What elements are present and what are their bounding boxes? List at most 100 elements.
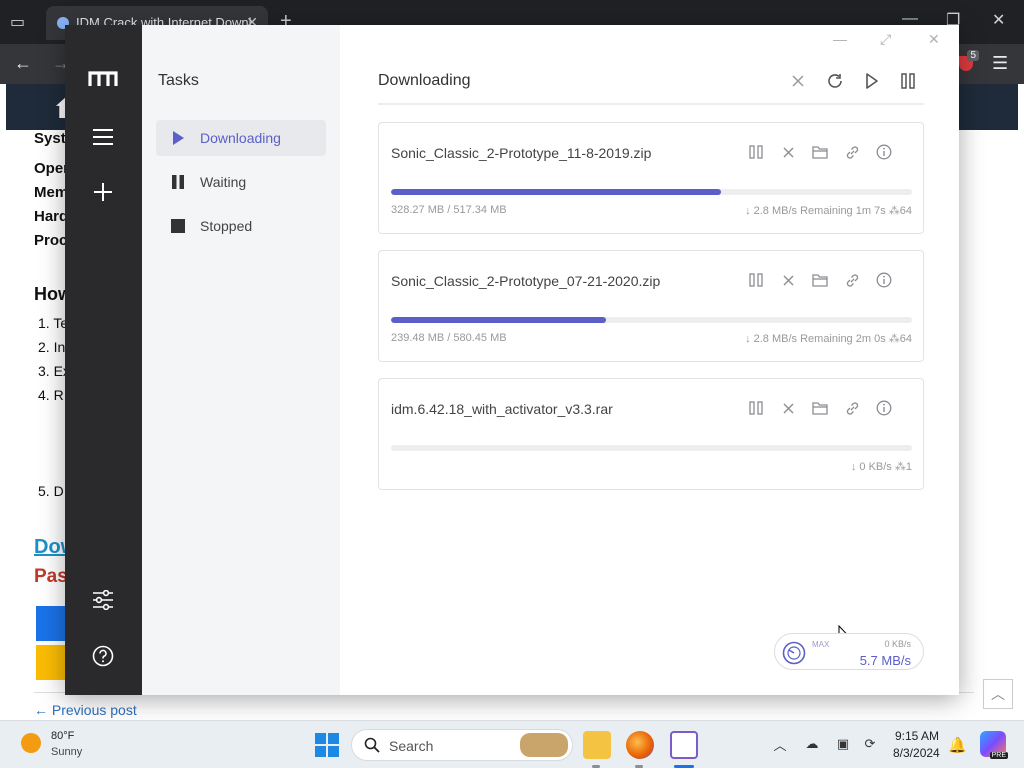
taskbar-search[interactable]: Search	[351, 729, 573, 761]
speedometer-icon	[782, 641, 806, 665]
clock-time[interactable]: 9:15 AM	[895, 729, 939, 743]
resume-all-icon[interactable]	[861, 70, 883, 92]
task-delete-icon[interactable]	[779, 271, 797, 289]
page-text-line: Proc	[34, 232, 68, 249]
clock-date[interactable]: 8/3/2024	[893, 746, 940, 760]
taskbar: 80°F Sunny Search ︿ ☁ ▣ ⟳ 9:15 AM 8/3/20…	[0, 720, 1024, 768]
windows-start-icon[interactable]	[315, 733, 339, 757]
task-link-icon[interactable]	[843, 143, 861, 161]
sidebar-item-downloading[interactable]: Downloading	[156, 120, 326, 156]
task-folder-icon[interactable]	[811, 399, 829, 417]
task-size: 328.27 MB / 517.34 MB	[391, 204, 507, 216]
task-sidebar: Tasks Downloading Waiting Stopped	[142, 25, 340, 695]
sun-icon[interactable]	[21, 733, 41, 753]
progress-fill	[391, 189, 722, 195]
task-name: idm.6.42.18_with_activator_v3.3.rar	[391, 401, 613, 417]
progress-fill	[391, 317, 607, 323]
task-delete-icon[interactable]	[779, 143, 797, 161]
list-item: 2. In	[38, 339, 66, 355]
task-card[interactable]: Sonic_Classic_2-Prototype_11-8-2019.zip …	[378, 122, 924, 234]
task-pause-icon[interactable]	[747, 399, 765, 417]
motrix-app-icon[interactable]	[670, 731, 698, 759]
task-info-icon[interactable]	[875, 143, 893, 161]
task-connections: 64	[899, 333, 912, 345]
sidebar-item-waiting[interactable]: Waiting	[156, 164, 326, 200]
progress-bar	[391, 445, 912, 451]
upload-speed: 0 KB/s	[884, 639, 911, 649]
sidebar-item-label: Waiting	[200, 174, 247, 190]
browser-menu-icon[interactable]: ☰	[992, 53, 1008, 74]
app-maximize-icon[interactable]: ⤢	[880, 31, 891, 48]
task-folder-icon[interactable]	[811, 271, 829, 289]
search-highlight-image	[520, 733, 568, 757]
task-card[interactable]: idm.6.42.18_with_activator_v3.3.rar ↓ 0 …	[378, 378, 924, 490]
add-task-icon[interactable]	[87, 176, 119, 208]
file-explorer-icon[interactable]	[583, 731, 611, 759]
notification-bell-icon[interactable]: 🔔	[948, 736, 967, 754]
connections-icon: ⁂	[888, 205, 900, 217]
copilot-badge: PRE	[989, 752, 1008, 759]
task-card[interactable]: Sonic_Classic_2-Prototype_07-21-2020.zip…	[378, 250, 924, 362]
cloud-offline-icon[interactable]: ☁	[803, 735, 821, 753]
copilot-icon[interactable]: PRE	[980, 731, 1008, 759]
task-link-icon[interactable]	[843, 271, 861, 289]
task-connections: 1	[905, 461, 912, 473]
task-name: Sonic_Classic_2-Prototype_11-8-2019.zip	[391, 145, 652, 161]
list-item: 4. R	[38, 387, 64, 403]
task-stats: ↓ 2.8 MB/s Remaining 2m 0s ⁂64	[745, 332, 912, 345]
progress-bar	[391, 317, 912, 323]
task-info-icon[interactable]	[875, 399, 893, 417]
download-button-blue[interactable]	[36, 606, 66, 641]
task-info-icon[interactable]	[875, 271, 893, 289]
password-label: Pas	[34, 566, 68, 587]
pause-icon	[172, 175, 184, 189]
download-button-yellow[interactable]	[36, 645, 66, 680]
sidebar-title: Tasks	[158, 72, 199, 89]
browser-close-icon[interactable]: ✕	[992, 10, 1005, 30]
previous-post-link[interactable]: ← Previous post	[34, 702, 137, 718]
task-speed: ↓ 2.8 MB/s	[745, 333, 798, 345]
speedometer[interactable]: MAX 0 KB/s 5.7 MB/s	[774, 633, 924, 670]
back-arrow-icon[interactable]: ←	[14, 53, 32, 74]
preferences-icon[interactable]	[87, 584, 119, 616]
sidebar-item-label: Stopped	[200, 218, 253, 234]
list-item: 1. Te	[38, 315, 69, 331]
pause-all-icon[interactable]	[897, 70, 919, 92]
task-pause-icon[interactable]	[747, 271, 765, 289]
task-link-icon[interactable]	[843, 399, 861, 417]
task-delete-icon[interactable]	[779, 399, 797, 417]
sidebar-item-label: Downloading	[200, 130, 281, 146]
menu-icon[interactable]	[87, 121, 119, 153]
progress-bar	[391, 189, 912, 195]
extension-badge: 5	[967, 50, 979, 61]
display-icon[interactable]: ▣	[834, 735, 852, 753]
motrix-window: Tasks Downloading Waiting Stopped Downlo…	[65, 25, 959, 695]
tab-actions-icon[interactable]: ▭	[10, 12, 30, 32]
app-minimize-icon[interactable]: —	[833, 31, 847, 47]
stop-icon	[171, 219, 185, 233]
task-stats: ↓ 2.8 MB/s Remaining 1m 7s ⁂64	[745, 204, 912, 217]
delete-all-icon[interactable]	[787, 70, 809, 92]
connections-icon: ⁂	[894, 461, 906, 473]
app-close-icon[interactable]: ✕	[928, 31, 940, 48]
task-stats: ↓ 0 KB/s ⁂1	[851, 460, 912, 473]
refresh-icon[interactable]	[824, 70, 846, 92]
scroll-to-top-button[interactable]: ︿	[983, 679, 1013, 709]
extension-icon[interactable]: 5	[957, 50, 979, 74]
firefox-icon[interactable]	[626, 731, 654, 759]
weather-temperature[interactable]: 80°F	[51, 730, 74, 742]
search-icon	[364, 737, 380, 753]
task-actions	[747, 399, 897, 419]
page-text-line: Mem	[34, 184, 69, 201]
task-pause-icon[interactable]	[747, 143, 765, 161]
app-rail	[65, 25, 142, 695]
weather-condition[interactable]: Sunny	[51, 746, 82, 758]
sidebar-item-stopped[interactable]: Stopped	[156, 208, 326, 244]
page-heading-system: Syst	[34, 130, 66, 147]
chevron-up-icon[interactable]: ︿	[771, 735, 789, 753]
help-icon[interactable]	[87, 640, 119, 672]
sync-icon[interactable]: ⟳	[861, 735, 879, 753]
connections-icon: ⁂	[888, 333, 900, 345]
play-icon	[173, 131, 184, 145]
task-folder-icon[interactable]	[811, 143, 829, 161]
